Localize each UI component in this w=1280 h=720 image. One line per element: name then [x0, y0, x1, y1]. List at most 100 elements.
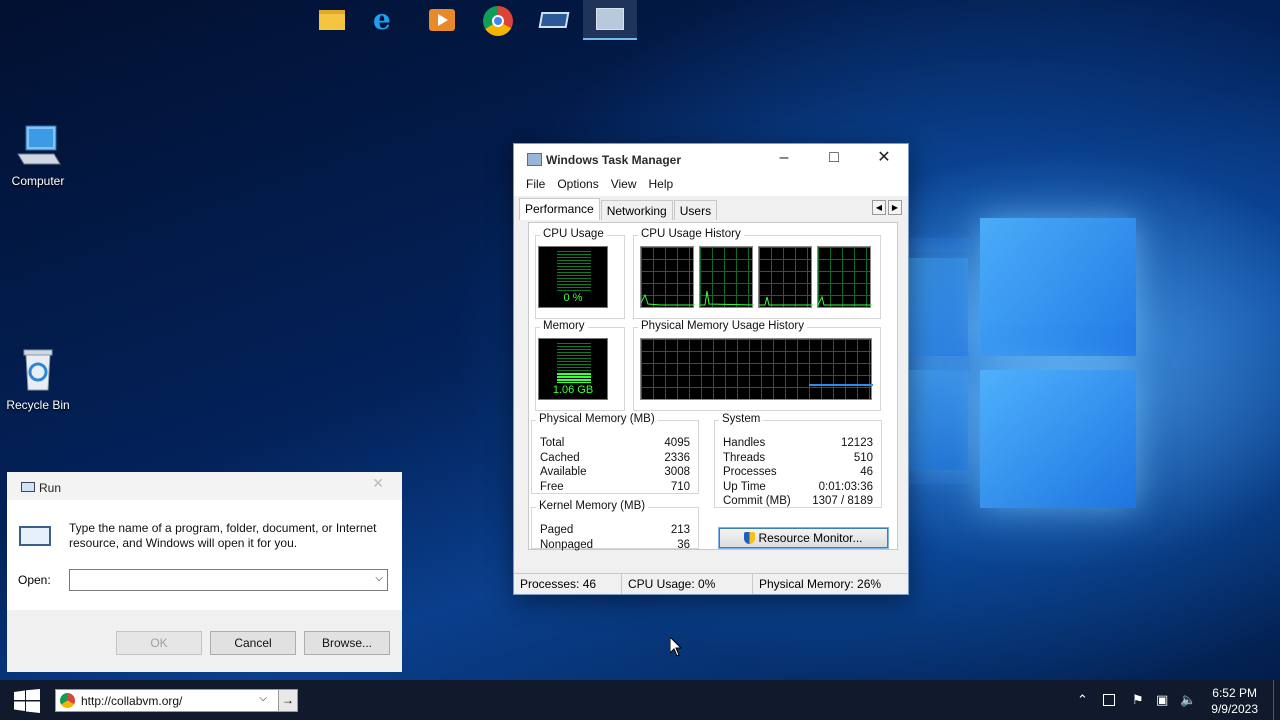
media-player-icon	[429, 9, 455, 31]
stat-row: Available 3008	[540, 466, 690, 479]
stat-row: Paged 213	[540, 524, 690, 536]
memory-history-graph	[640, 338, 873, 400]
tab-performance[interactable]: Performance	[519, 198, 600, 220]
stat-row: Threads 510	[723, 451, 873, 464]
taskbar-chrome[interactable]	[471, 0, 525, 40]
address-toolbar[interactable]: http://collabvm.org/ ⌵	[55, 689, 298, 712]
status-memory: Physical Memory: 26%	[759, 577, 882, 591]
chrome-icon	[60, 693, 75, 708]
desktop-icon-label: Recycle Bin	[6, 398, 70, 412]
close-button[interactable]: ✕	[860, 144, 908, 174]
show-desktop-button[interactable]	[1273, 680, 1274, 720]
cpu-history-graph-core-2	[699, 246, 755, 308]
go-arrow-icon[interactable]: →	[278, 689, 298, 712]
tab-strip: Performance Networking Users	[519, 198, 718, 220]
shield-icon	[744, 532, 756, 544]
folder-icon	[319, 10, 345, 30]
performance-panel: CPU Usage 0 % CPU Usage History Memory 1…	[528, 222, 898, 551]
action-center-icon[interactable]: ⚑	[1132, 692, 1144, 708]
notification-icon[interactable]	[1103, 694, 1115, 706]
run-close-icon[interactable]: ✕	[372, 475, 384, 492]
cpu-usage-caption: CPU Usage	[540, 228, 607, 240]
show-hidden-icons[interactable]: ⌃	[1077, 692, 1088, 708]
stat-row: Free 710	[540, 480, 690, 493]
recycle-bin-icon	[14, 346, 62, 394]
menu-file[interactable]: File	[520, 174, 551, 196]
browse-button[interactable]: Browse...	[304, 631, 390, 655]
network-icon[interactable]: ▣	[1156, 692, 1168, 708]
task-manager-icon	[527, 153, 542, 166]
kernel-memory-caption: Kernel Memory (MB)	[536, 500, 649, 512]
cpu-history-group: CPU Usage History	[633, 228, 881, 319]
stat-row: Nonpaged 36	[540, 538, 690, 551]
cpu-history-caption: CPU Usage History	[638, 228, 744, 240]
menu-help[interactable]: Help	[643, 174, 680, 196]
window-title: Windows Task Manager	[546, 153, 682, 167]
run-title: Run	[39, 481, 62, 495]
taskbar-clock[interactable]: 6:52 PM 9/9/2023	[1211, 685, 1258, 717]
internet-explorer-icon: e	[373, 3, 391, 36]
desktop-icon-computer[interactable]: Computer	[0, 122, 76, 188]
system-caption: System	[719, 413, 764, 425]
clock-date: 9/9/2023	[1211, 702, 1258, 716]
tab-scroll-left-icon[interactable]: ◀	[872, 200, 886, 215]
start-button[interactable]	[14, 689, 40, 716]
cancel-button[interactable]: Cancel	[210, 631, 296, 655]
stat-row: Commit (MB) 1307 / 8189	[723, 495, 873, 508]
status-cpu: CPU Usage: 0%	[622, 574, 753, 594]
taskbar-task-manager[interactable]	[583, 0, 637, 40]
stat-row: Up Time 0:01:03:36	[723, 480, 873, 493]
stat-row: Cached 2336	[540, 451, 690, 464]
address-text: http://collabvm.org/	[81, 694, 183, 708]
memory-group: Memory 1.06 GB	[535, 320, 625, 411]
taskbar-media-player[interactable]	[415, 0, 469, 40]
taskbar-run[interactable]	[527, 0, 581, 40]
tab-scroll-right-icon[interactable]: ▶	[888, 200, 902, 215]
system-group: System Handles 12123 Threads 510 Processes…	[714, 413, 882, 508]
title-bar[interactable]: Windows Task Manager – □ ✕	[514, 144, 908, 174]
taskbar-file-explorer[interactable]	[304, 0, 358, 40]
chrome-icon	[483, 6, 513, 36]
minimize-button[interactable]: –	[760, 144, 808, 174]
ok-button[interactable]: OK	[116, 631, 202, 655]
chevron-down-icon[interactable]: ⌵	[259, 693, 267, 704]
cpu-history-graph-core-3	[758, 246, 813, 308]
open-combobox[interactable]: ⌵	[69, 569, 388, 591]
chevron-down-icon[interactable]: ⌵	[375, 573, 383, 584]
cpu-history-graph-core-4	[817, 246, 872, 308]
clock-time: 6:52 PM	[1212, 686, 1257, 700]
memory-caption: Memory	[540, 320, 588, 332]
physical-memory-caption: Physical Memory (MB)	[536, 413, 658, 425]
cpu-usage-group: CPU Usage 0 %	[535, 228, 625, 319]
menu-bar: File Options View Help	[514, 174, 908, 196]
run-icon	[538, 12, 570, 28]
resource-monitor-button[interactable]: Resource Monitor...	[718, 527, 889, 549]
run-title-bar[interactable]: Run ✕	[7, 472, 402, 500]
maximize-button[interactable]: □	[810, 144, 858, 174]
memory-meter: 1.06 GB	[538, 338, 608, 400]
taskbar-internet-explorer[interactable]: e	[360, 0, 414, 40]
run-icon	[21, 482, 35, 492]
volume-muted-icon[interactable]: 🔈	[1180, 692, 1196, 708]
menu-options[interactable]: Options	[551, 174, 604, 196]
tab-networking[interactable]: Networking	[600, 200, 673, 220]
open-label: Open:	[18, 573, 51, 587]
desktop-icon-recycle-bin[interactable]: Recycle Bin	[0, 346, 76, 412]
memory-history-caption: Physical Memory Usage History	[638, 320, 807, 332]
kernel-memory-group: Kernel Memory (MB) Paged 213 Nonpaged 36	[531, 500, 699, 551]
windows-start-icon	[14, 689, 40, 713]
physical-memory-group: Physical Memory (MB) Total 4095 Cached 233…	[531, 413, 699, 494]
cpu-history-graph-core-1	[640, 246, 695, 308]
tab-scroll-arrows: ◀ ▶	[870, 200, 902, 215]
run-dialog: Run ✕ Type the name of a program, folder…	[7, 472, 402, 672]
tab-users[interactable]: Users	[673, 200, 718, 220]
mouse-cursor-icon	[670, 637, 682, 657]
status-bar: Processes: 46 CPU Usage: 0% Physical Mem…	[514, 573, 908, 594]
memory-value: 1.06 GB	[552, 384, 594, 396]
run-description: Type the name of a program, folder, docu…	[69, 521, 377, 550]
cpu-meter: 0 %	[538, 246, 608, 308]
computer-icon	[14, 122, 62, 170]
menu-view[interactable]: View	[605, 174, 643, 196]
stat-row: Handles 12123	[723, 437, 873, 449]
stat-row: Total 4095	[540, 437, 690, 449]
